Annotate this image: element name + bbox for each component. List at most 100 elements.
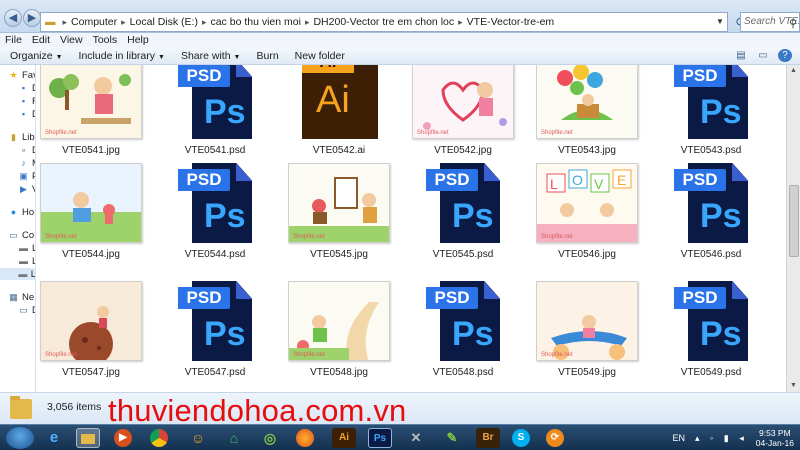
nav-item-selected[interactable]: ▬ L: [0, 268, 35, 280]
file-name: VTE0545.psd: [432, 249, 494, 260]
nav-computer[interactable]: ▭ Co: [8, 229, 34, 241]
breadcrumb-computer[interactable]: Computer: [71, 16, 117, 28]
address-dropdown-icon[interactable]: ▼: [713, 13, 727, 31]
nav-item[interactable]: ▪D: [18, 108, 35, 120]
messenger-icon[interactable]: ☺: [186, 428, 210, 448]
search-input[interactable]: Search VTE... ⚲: [740, 12, 800, 32]
file-item[interactable]: Shopfile.net VTE0549.jpg: [532, 281, 642, 392]
nav-favorites[interactable]: ★ Fav: [8, 69, 35, 81]
firefox-icon[interactable]: [296, 429, 314, 447]
illustrator-icon[interactable]: Ai: [332, 428, 356, 448]
vertical-scrollbar[interactable]: ▲ ▼: [786, 65, 800, 392]
scroll-thumb[interactable]: [789, 185, 799, 257]
organize-button[interactable]: Organize ▼: [10, 50, 63, 62]
burn-button[interactable]: Burn: [256, 50, 278, 62]
menu-view[interactable]: View: [60, 34, 83, 46]
nav-item[interactable]: ♪M: [18, 157, 35, 169]
file-item[interactable]: L O V E Shopfile.net VTE0546.jpg: [532, 163, 642, 276]
file-item[interactable]: Shopfile.net VTE0543.jpg: [532, 65, 642, 172]
download-icon[interactable]: ⟳: [546, 429, 564, 447]
file-item[interactable]: PSD Ps VTE0545.psd: [408, 163, 518, 276]
file-name: VTE0549.jpg: [558, 367, 616, 378]
file-item[interactable]: Shopfile.net VTE0547.jpg: [36, 281, 146, 392]
tray-icons[interactable]: ▴ ◦ ▮ ◂: [695, 433, 748, 444]
corel-icon[interactable]: ✎: [440, 428, 464, 448]
thumbnail-watermark: Shopfile.net: [541, 234, 573, 240]
breadcrumb-library-folder[interactable]: cac bo thu vien moi: [210, 16, 300, 28]
help-icon[interactable]: ?: [778, 49, 792, 62]
menu-file[interactable]: File: [5, 34, 22, 46]
chrome-icon[interactable]: [150, 429, 168, 447]
menu-edit[interactable]: Edit: [32, 34, 50, 46]
include-in-library-button[interactable]: Include in library ▼: [79, 50, 165, 62]
language-indicator[interactable]: EN: [673, 433, 686, 443]
start-button[interactable]: [6, 427, 34, 449]
new-folder-button[interactable]: New folder: [295, 50, 345, 62]
vpn-icon[interactable]: ⌂: [222, 428, 246, 448]
scroll-up-icon[interactable]: ▲: [787, 65, 800, 77]
skype-icon[interactable]: S: [512, 429, 530, 447]
cococ-icon[interactable]: ◎: [258, 428, 282, 448]
explorer-icon[interactable]: [76, 428, 100, 448]
file-item[interactable]: Shopfile.net VTE0542.jpg: [408, 65, 518, 172]
nav-item[interactable]: ▣P: [18, 170, 35, 182]
menu-tools[interactable]: Tools: [93, 34, 118, 46]
nav-item[interactable]: ▫D: [18, 144, 35, 156]
file-item[interactable]: PSD Ps VTE0547.psd: [160, 281, 270, 392]
file-item[interactable]: Shopfile.net VTE0545.jpg: [284, 163, 394, 276]
nav-network[interactable]: ▦ Ne: [8, 291, 34, 303]
psd-glyph: Ps: [700, 93, 742, 131]
file-item[interactable]: PSD Ps VTE0548.psd: [408, 281, 518, 392]
preview-pane-icon[interactable]: ▭: [756, 49, 770, 62]
psd-glyph: Ps: [204, 315, 246, 353]
ai-glyph: Ai: [316, 79, 350, 121]
file-name: VTE0543.psd: [680, 145, 742, 156]
nav-item[interactable]: ▪R: [18, 95, 35, 107]
thumbnail-watermark: Shopfile.net: [541, 352, 573, 358]
file-item[interactable]: AI Ai VTE0542.ai: [284, 65, 394, 172]
share-with-button[interactable]: Share with ▼: [181, 50, 241, 62]
file-item[interactable]: Shopfile.net VTE0541.jpg: [36, 65, 146, 172]
internet-explorer-icon[interactable]: e: [42, 428, 66, 448]
scroll-down-icon[interactable]: ▼: [787, 380, 800, 392]
search-icon[interactable]: ⚲: [789, 15, 797, 31]
thumbnail-watermark: Shopfile.net: [541, 130, 573, 136]
media-player-icon[interactable]: ▶: [114, 429, 132, 447]
file-item[interactable]: PSD Ps VTE0541.psd: [160, 65, 270, 172]
menu-help[interactable]: Help: [127, 34, 149, 46]
clock-date: 04-Jan-16: [755, 438, 794, 448]
nav-libraries[interactable]: ▮ Lib: [8, 131, 35, 143]
file-item[interactable]: Shopfile.net VTE0544.jpg: [36, 163, 146, 276]
x-tool-icon[interactable]: ✕: [404, 428, 428, 448]
file-item[interactable]: PSD Ps VTE0544.psd: [160, 163, 270, 276]
bridge-icon[interactable]: Br: [476, 428, 500, 448]
nav-item[interactable]: ▬L: [18, 242, 35, 254]
clock[interactable]: 9:53 PM 04-Jan-16: [756, 428, 794, 448]
address-bar[interactable]: ▬ ▸ Computer ▸ Local Disk (E:) ▸ cac bo …: [40, 12, 728, 32]
change-view-icon[interactable]: ▤: [734, 49, 748, 62]
file-item[interactable]: PSD Ps VTE0549.psd: [656, 281, 766, 392]
nav-item[interactable]: ▭D: [18, 304, 35, 316]
chevron-right-icon: ▸: [458, 16, 463, 27]
breadcrumb-local-disk[interactable]: Local Disk (E:): [130, 16, 198, 28]
illustrator-file-icon: AI Ai: [302, 65, 378, 139]
psd-band-label: PSD: [426, 169, 478, 191]
file-item[interactable]: Shopfile.net VTE0548.jpg: [284, 281, 394, 392]
file-item[interactable]: PSD Ps VTE0546.psd: [656, 163, 766, 276]
nav-item[interactable]: ▶V: [18, 183, 35, 195]
nav-homegroup[interactable]: ● Ho: [8, 206, 34, 218]
photoshop-file-icon: PSD Ps: [178, 281, 254, 361]
nav-item[interactable]: ▬L: [18, 255, 35, 267]
psd-band-label: PSD: [674, 65, 726, 87]
breadcrumb-collection-folder[interactable]: DH200-Vector tre em chon loc: [313, 16, 454, 28]
file-item[interactable]: PSD Ps VTE0543.psd: [656, 65, 766, 172]
nav-item[interactable]: ▪D: [18, 82, 35, 94]
svg-text:V: V: [594, 176, 604, 192]
back-button[interactable]: ◀: [4, 9, 22, 27]
music-icon: ♪: [21, 158, 26, 168]
photoshop-icon[interactable]: Ps: [368, 428, 392, 448]
breadcrumb-current-folder[interactable]: VTE-Vector-tre-em: [467, 16, 555, 28]
file-name: VTE0544.jpg: [62, 249, 120, 260]
psd-glyph: Ps: [700, 197, 742, 235]
forward-button[interactable]: ▶: [23, 9, 41, 27]
